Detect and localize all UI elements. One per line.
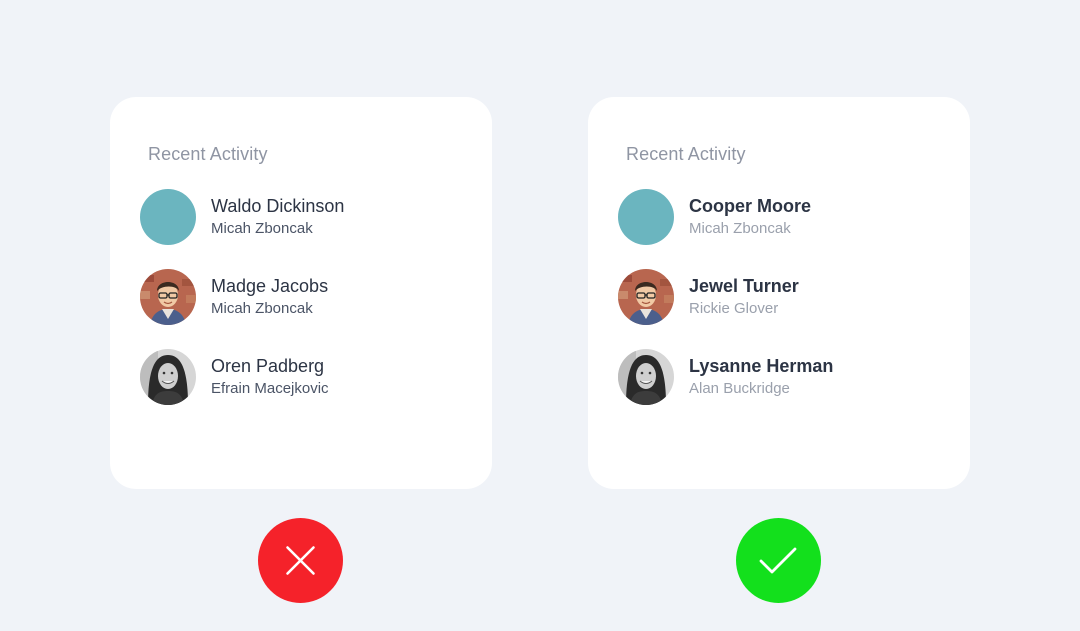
item-name: Lysanne Herman (689, 356, 834, 376)
list-item[interactable]: Oren Padberg Efrain Macejkovic (140, 349, 492, 405)
card-title: Recent Activity (626, 144, 746, 164)
item-subtitle: Micah Zboncak (689, 220, 791, 237)
item-subtitle: Micah Zboncak (211, 220, 313, 237)
item-name: Oren Padberg (211, 356, 325, 376)
list-item[interactable]: Jewel Turner Rickie Glover (618, 269, 970, 325)
list-item[interactable]: Lysanne Herman Alan Buckridge (618, 349, 970, 405)
avatar (618, 269, 674, 325)
item-subtitle: Efrain Macejkovic (211, 380, 329, 397)
card-title: Recent Activity (148, 144, 268, 164)
list-item[interactable]: Waldo Dickinson Micah Zboncak (140, 189, 492, 245)
close-icon (286, 546, 315, 575)
avatar (140, 189, 196, 245)
activity-card-bad-example: Recent Activity Waldo Dickinson Micah Zb… (110, 97, 492, 489)
list-item[interactable]: Madge Jacobs Micah Zboncak (140, 269, 492, 325)
item-name: Waldo Dickinson (211, 196, 345, 216)
item-subtitle: Rickie Glover (689, 300, 779, 317)
bad-example-badge (258, 518, 343, 603)
avatar (618, 349, 674, 405)
item-subtitle: Alan Buckridge (689, 380, 790, 397)
item-name: Madge Jacobs (211, 276, 329, 296)
avatar (618, 189, 674, 245)
item-name: Jewel Turner (689, 276, 799, 296)
check-icon (759, 547, 797, 574)
avatar (140, 349, 196, 405)
item-subtitle: Micah Zboncak (211, 300, 313, 317)
good-example-badge (736, 518, 821, 603)
activity-card-good-example: Recent Activity Cooper Moore Micah Zbonc… (588, 97, 970, 489)
avatar (140, 269, 196, 325)
item-name: Cooper Moore (689, 196, 812, 216)
list-item[interactable]: Cooper Moore Micah Zboncak (618, 189, 970, 245)
